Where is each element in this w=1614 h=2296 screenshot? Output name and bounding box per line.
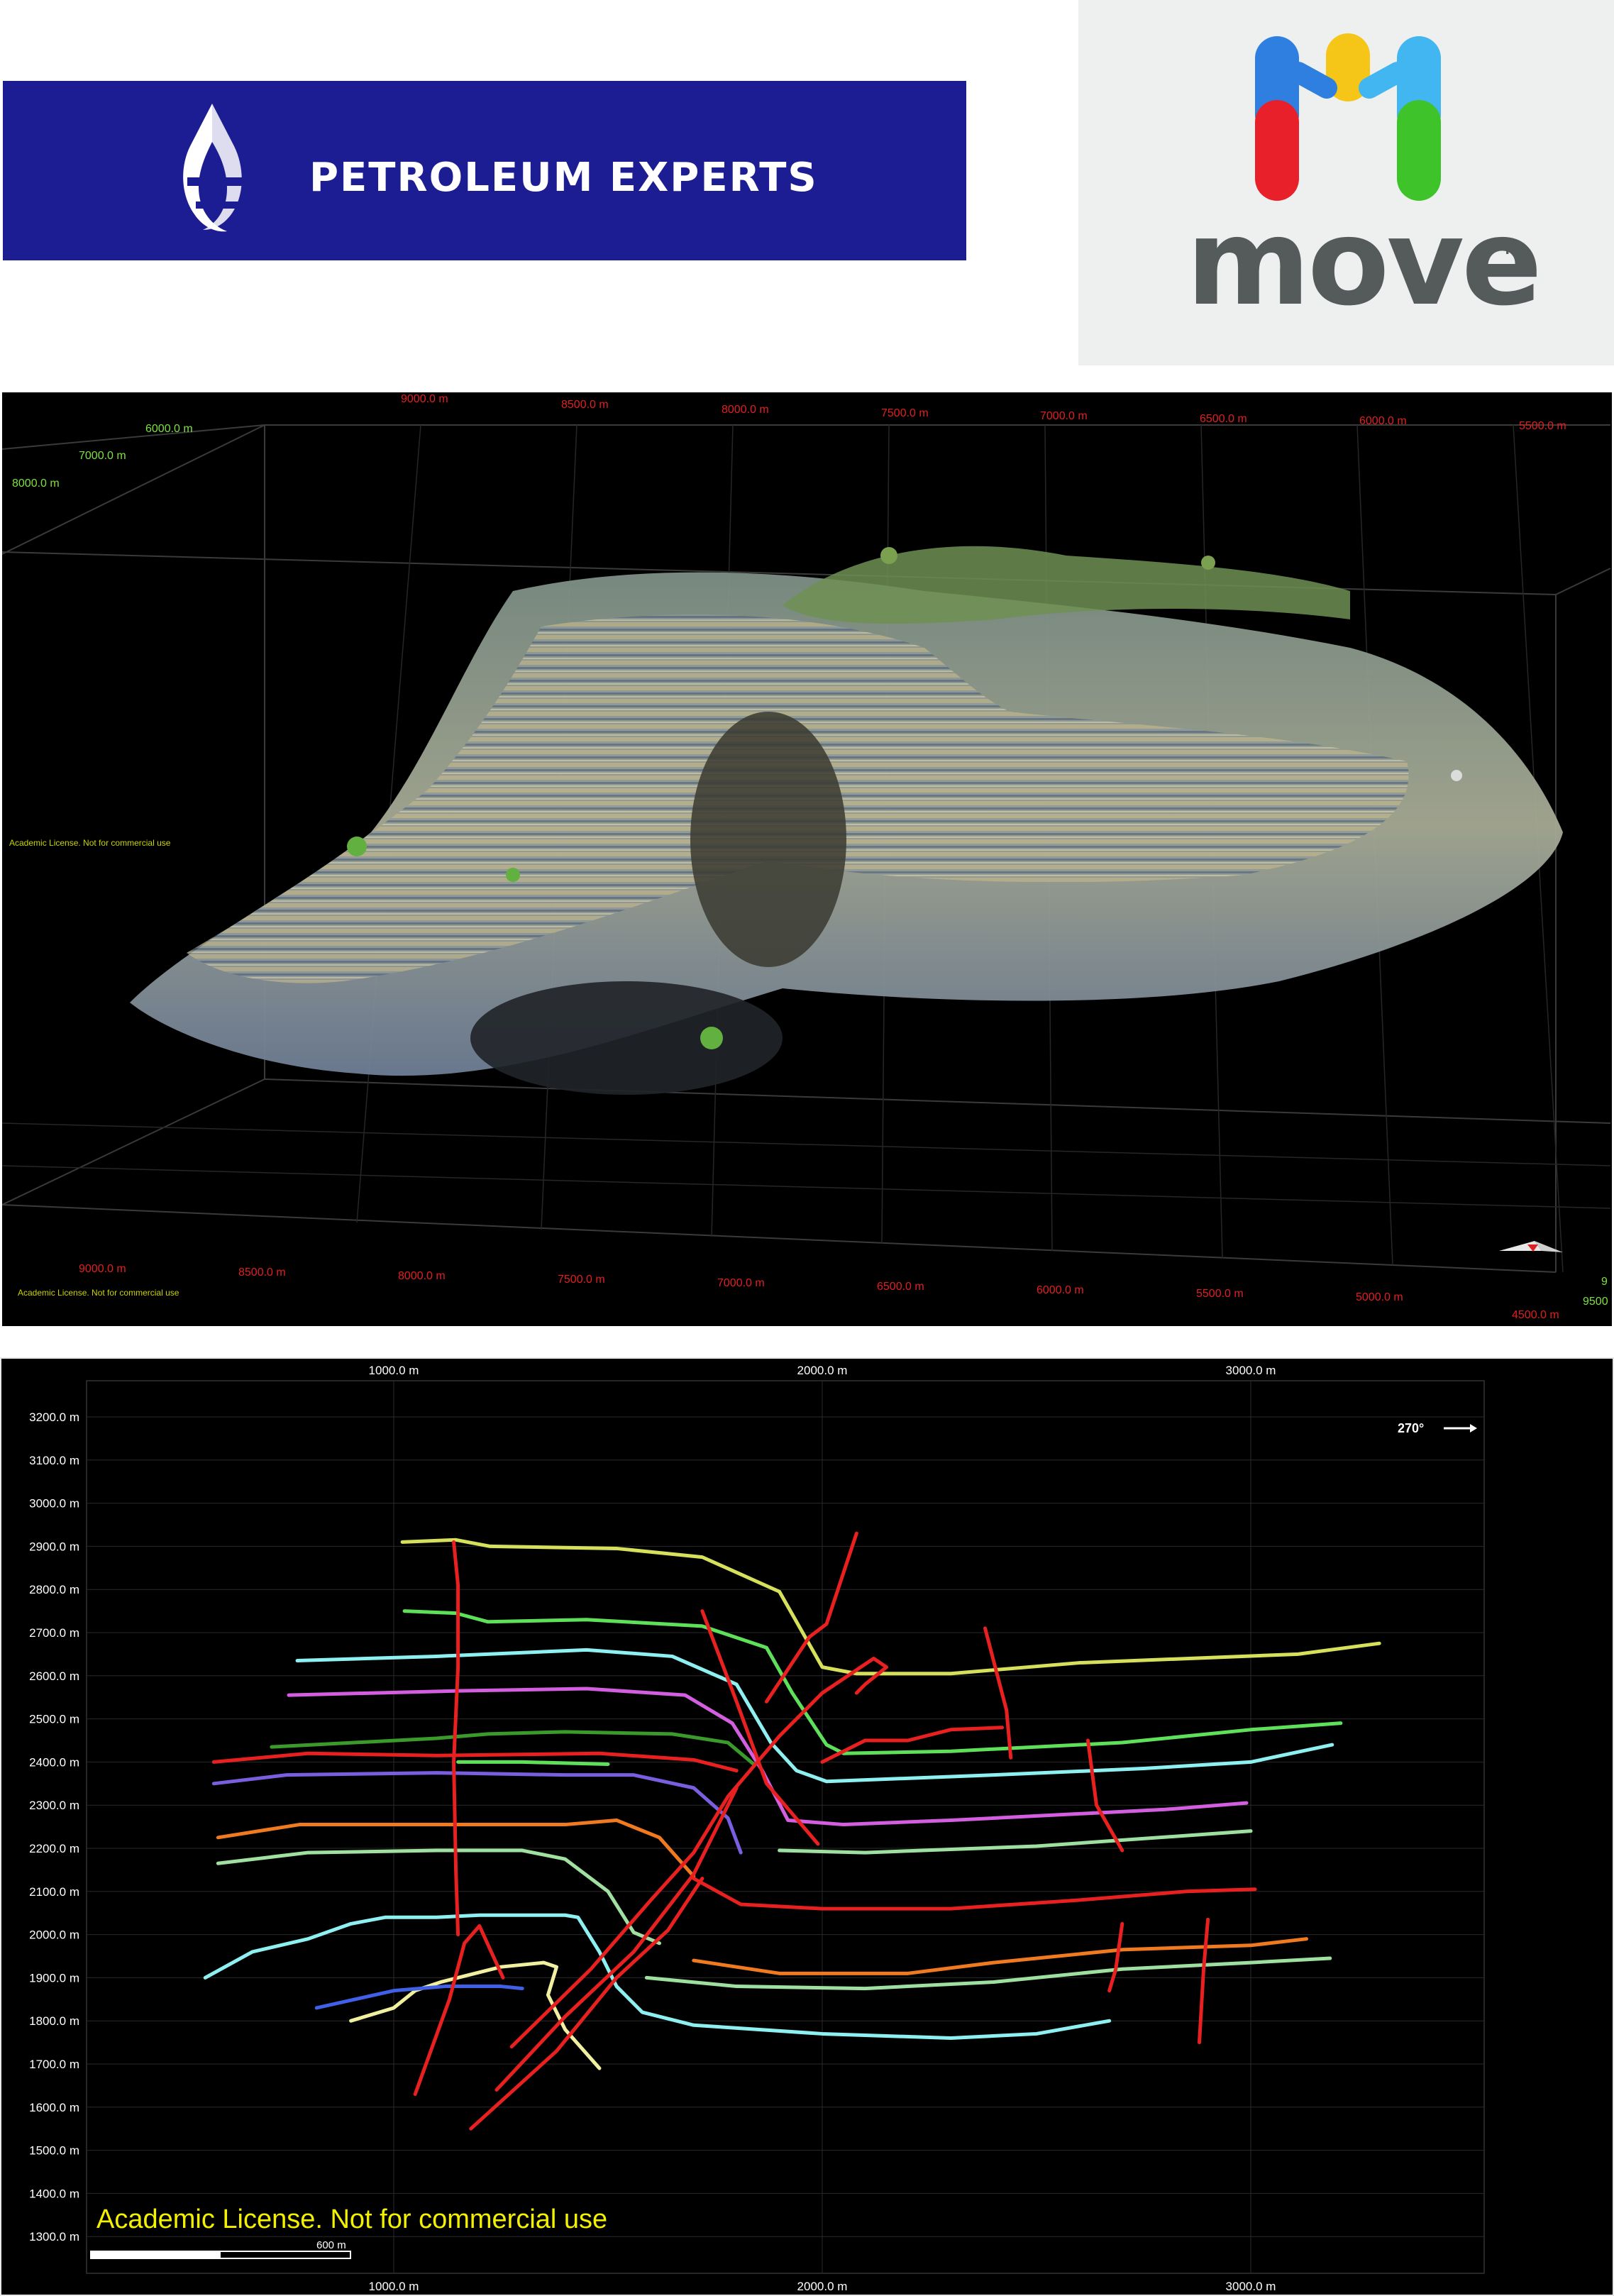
y-tick-label: 1300.0 m: [29, 2230, 79, 2243]
bottom-x-tick-label: 6500.0 m: [877, 1281, 924, 1293]
license-watermark: Academic License. Not for commercial use: [9, 838, 171, 848]
horizon-line: [314, 1985, 524, 2010]
x-tick-label: 2000.0 m: [797, 1364, 848, 1377]
bottom-x-tick-label: 7000.0 m: [717, 1277, 765, 1289]
fault-line: [820, 1726, 1005, 1764]
bottom-x-tick-label: 6000.0 m: [1037, 1284, 1084, 1296]
y-tick-label: 2400.0 m: [29, 1755, 79, 1769]
bottom-x-tick-label: 7500.0 m: [558, 1274, 605, 1286]
horizon-line: [456, 1760, 610, 1766]
horizon-line: [692, 1937, 1309, 1975]
top-x-tick-label: 7000.0 m: [1040, 410, 1088, 422]
fault-line: [413, 1924, 505, 2097]
plot-area: [86, 1380, 1485, 2274]
y-tick-label: 1400.0 m: [29, 2187, 79, 2200]
y-tick-label: 2300.0 m: [29, 1799, 79, 1812]
bottom-x-tick-label: 9000.0 m: [79, 1263, 126, 1275]
y-tick-label: 3100.0 m: [29, 1454, 79, 1467]
y-tick-label: 6000.0 m: [145, 423, 193, 435]
y-tick-label: 8000.0 m: [12, 478, 60, 490]
arrow-right-icon: [1444, 1424, 1477, 1433]
grid-layer: [87, 1381, 1484, 2273]
y-tick-label: 1800.0 m: [29, 2014, 79, 2028]
license-watermark: Academic License. Not for commercial use: [18, 1288, 179, 1298]
2d-map-viewport[interactable]: 3200.0 m 3100.0 m 3000.0 m 2900.0 m 2800.0 m…: [0, 1357, 1614, 2296]
license-watermark: Academic License. Not for commercial use: [96, 2204, 608, 2234]
y-tick-label: 9500: [1583, 1296, 1608, 1308]
y-tick-label: 2100.0 m: [29, 1885, 79, 1899]
y-tick-label: 3200.0 m: [29, 1411, 79, 1424]
bottom-x-tick-label: 5500.0 m: [1196, 1288, 1244, 1300]
y-tick-label: 2600.0 m: [29, 1669, 79, 1683]
x-tick-label: 3000.0 m: [1226, 1364, 1276, 1377]
3d-scene: 9000.0 m 8500.0 m 8000.0 m 7500.0 m 7000…: [2, 393, 1611, 1321]
y-tick-label: 7000.0 m: [79, 450, 126, 462]
move-wordmark: move: [1186, 193, 1542, 332]
x-tick-label: 1000.0 m: [369, 1364, 419, 1377]
y-tick-label: 1500.0 m: [29, 2144, 79, 2158]
bottom-x-tick-label: 8500.0 m: [238, 1266, 286, 1279]
y-tick-label: 2800.0 m: [29, 1583, 79, 1596]
horizon-line: [778, 1829, 1253, 1855]
y-tick-label: 1600.0 m: [29, 2101, 79, 2114]
fault-line: [1085, 1738, 1124, 1853]
x-tick-label: 1000.0 m: [369, 2280, 419, 2293]
petroleum-experts-banner: PETROLEUM EXPERTS: [3, 81, 966, 260]
top-x-tick-label: 8500.0 m: [561, 399, 609, 411]
x-tick-label: 2000.0 m: [797, 2280, 848, 2293]
y-tick-label: 1700.0 m: [29, 2058, 79, 2071]
map-canvas: 3200.0 m 3100.0 m 3000.0 m 2900.0 m 2800.0 m…: [0, 1357, 1614, 2296]
horizon-line: [349, 1960, 602, 2070]
move-logo-icon: [1255, 33, 1441, 201]
scale-bar-label: 600 m: [316, 2239, 346, 2251]
bottom-x-tick-label: 4500.0 m: [1512, 1309, 1559, 1321]
y-tick-label: 1900.0 m: [29, 1971, 79, 1985]
point-cloud-outcrop: [130, 546, 1563, 1095]
scale-bar: 600 m: [90, 2239, 351, 2259]
horizon-line: [400, 1538, 1381, 1676]
horizon-line: [216, 1848, 661, 1945]
direction-indicator: 270°: [1398, 1421, 1477, 1435]
top-x-tick-label: 6500.0 m: [1200, 413, 1247, 425]
top-x-tick-label: 8000.0 m: [722, 404, 769, 416]
y-tick-label: 3000.0 m: [29, 1497, 79, 1511]
top-x-tick-label: 7500.0 m: [881, 407, 929, 419]
y-tick-label: 9: [1601, 1276, 1608, 1288]
fault-line: [1107, 1921, 1124, 1993]
y-axis-labels: 3200.0 m 3100.0 m 3000.0 m 2900.0 m 2800.0 m…: [29, 1411, 79, 2243]
bottom-x-axis-labels: 9000.0 m 8500.0 m 8000.0 m 7500.0 m 7000…: [79, 1263, 1559, 1321]
map-frame: [0, 1357, 1614, 2296]
horizon-line: [203, 1913, 1112, 2041]
top-x-tick-label: 9000.0 m: [401, 393, 448, 405]
y-tick-label: 2500.0 m: [29, 1713, 79, 1726]
y-tick-label: 2900.0 m: [29, 1540, 79, 1553]
top-x-axis-labels: 9000.0 m 8500.0 m 8000.0 m 7500.0 m 7000…: [401, 393, 1566, 432]
fault-line: [764, 1531, 858, 1704]
3d-viewport[interactable]: 9000.0 m 8500.0 m 8000.0 m 7500.0 m 7000…: [2, 392, 1612, 1326]
move-logo-panel: move TM: [1078, 0, 1614, 365]
bottom-x-tick-label: 8000.0 m: [398, 1270, 446, 1282]
move-trademark: TM: [1503, 240, 1525, 258]
top-x-tick-label: 6000.0 m: [1359, 415, 1407, 427]
y-tick-label: 2000.0 m: [29, 1928, 79, 1942]
fault-lines: [413, 1531, 1210, 2131]
fault-line: [1198, 1917, 1210, 2045]
bottom-x-tick-label: 5000.0 m: [1356, 1291, 1403, 1303]
direction-label: 270°: [1398, 1421, 1424, 1435]
x-tick-label: 3000.0 m: [1226, 2280, 1276, 2293]
horizon-line: [692, 1877, 1257, 1911]
petroleum-experts-logo-icon: [183, 104, 244, 232]
y-tick-label: 2200.0 m: [29, 1842, 79, 1855]
top-x-tick-label: 5500.0 m: [1519, 420, 1566, 432]
orientation-gizmo-icon[interactable]: [1499, 1241, 1563, 1252]
petroleum-experts-wordmark: PETROLEUM EXPERTS: [309, 155, 818, 201]
fault-line: [983, 1626, 1013, 1760]
y-tick-label: 2700.0 m: [29, 1626, 79, 1640]
